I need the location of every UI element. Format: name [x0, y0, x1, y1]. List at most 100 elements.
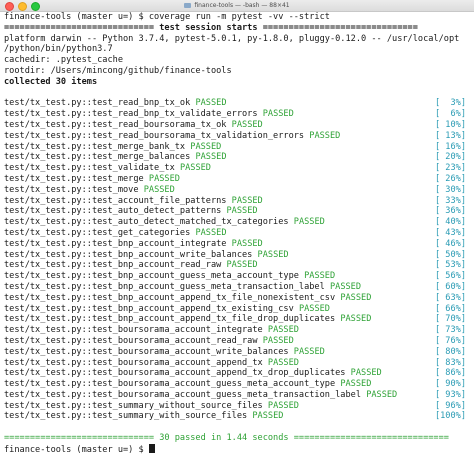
- test-progress: [ 30%]: [434, 184, 466, 195]
- test-progress: [ 60%]: [434, 281, 466, 292]
- test-progress: [ 10%]: [434, 119, 466, 130]
- title-bar[interactable]: finance-tools — -bash — 88×41: [0, 0, 474, 12]
- test-result-row: test/tx_test.py::test_bnp_account_write_…: [4, 250, 472, 261]
- test-status: PASSED: [340, 379, 372, 390]
- test-status: PASSED: [195, 98, 227, 109]
- test-progress: [ 3%]: [434, 98, 466, 109]
- test-progress: [ 73%]: [434, 325, 466, 336]
- test-status: PASSED: [350, 368, 382, 379]
- test-name: test/tx_test.py::test_bnp_account_append…: [4, 292, 336, 303]
- test-progress: [ 36%]: [434, 206, 466, 217]
- test-status: PASSED: [148, 173, 180, 184]
- test-name: test/tx_test.py::test_boursorama_account…: [4, 379, 336, 390]
- terminal-output[interactable]: finance-tools (master u=) $ coverage run…: [4, 12, 472, 461]
- test-name: test/tx_test.py::test_read_bnp_tx_ok: [4, 98, 191, 109]
- prompt: finance-tools (master u=) $: [4, 444, 149, 455]
- test-status: PASSED: [267, 400, 299, 411]
- test-progress: [ 70%]: [434, 314, 466, 325]
- test-status: PASSED: [262, 335, 294, 346]
- test-result-row: test/tx_test.py::test_boursorama_account…: [4, 347, 472, 358]
- test-status: PASSED: [329, 281, 362, 292]
- test-status: PASSED: [257, 249, 289, 260]
- test-name: test/tx_test.py::test_bnp_account_append…: [4, 314, 336, 325]
- test-status: PASSED: [267, 357, 299, 368]
- test-name: test/tx_test.py::test_boursorama_account…: [4, 357, 263, 368]
- test-name: test/tx_test.py::test_read_bnp_tx_valida…: [4, 109, 258, 120]
- test-result-row: test/tx_test.py::test_read_bnp_tx_ok PAS…: [4, 98, 472, 109]
- test-progress: [ 96%]: [434, 400, 466, 411]
- test-status: PASSED: [226, 206, 258, 217]
- test-name: test/tx_test.py::test_boursorama_account…: [4, 346, 289, 357]
- test-status: PASSED: [195, 152, 227, 163]
- test-status: PASSED: [340, 292, 372, 303]
- test-result-row: test/tx_test.py::test_move PASSED [ 30%]: [4, 185, 472, 196]
- test-result-row: test/tx_test.py::test_bnp_account_guess_…: [4, 271, 472, 282]
- test-progress: [ 80%]: [434, 346, 466, 357]
- test-name: test/tx_test.py::test_auto_detect_patter…: [4, 206, 222, 217]
- test-progress: [ 83%]: [434, 357, 466, 368]
- test-result-row: test/tx_test.py::test_auto_detect_matche…: [4, 217, 472, 228]
- test-progress: [ 33%]: [434, 195, 466, 206]
- test-result-row: test/tx_test.py::test_bnp_account_append…: [4, 314, 472, 325]
- test-status: PASSED: [252, 411, 284, 422]
- test-progress: [ 53%]: [434, 260, 466, 271]
- test-result-row: test/tx_test.py::test_bnp_account_read_r…: [4, 260, 472, 271]
- test-name: test/tx_test.py::test_auto_detect_matche…: [4, 217, 289, 228]
- test-name: test/tx_test.py::test_bnp_account_read_r…: [4, 260, 222, 271]
- test-result-row: test/tx_test.py::test_auto_detect_patter…: [4, 206, 472, 217]
- test-name: test/tx_test.py::test_read_boursorama_tx…: [4, 130, 305, 141]
- test-progress: [ 86%]: [434, 368, 466, 379]
- test-result-row: test/tx_test.py::test_boursorama_account…: [4, 390, 472, 401]
- test-name: test/tx_test.py::test_boursorama_account…: [4, 325, 263, 336]
- test-progress: [ 26%]: [434, 173, 466, 184]
- test-name: test/tx_test.py::test_merge_balances: [4, 152, 191, 163]
- test-progress: [ 76%]: [434, 335, 466, 346]
- test-result-row: test/tx_test.py::test_bnp_account_guess_…: [4, 282, 472, 293]
- test-status: PASSED: [190, 141, 222, 152]
- test-status: PASSED: [143, 184, 175, 195]
- test-name: test/tx_test.py::test_summary_without_so…: [4, 400, 263, 411]
- test-status: PASSED: [298, 303, 330, 314]
- test-progress: [ 40%]: [434, 217, 466, 228]
- test-result-row: test/tx_test.py::test_read_boursorama_tx…: [4, 131, 472, 142]
- test-status: PASSED: [226, 260, 258, 271]
- test-results-list: test/tx_test.py::test_read_bnp_tx_ok PAS…: [4, 98, 472, 422]
- platform-line-continued: /python/bin/python3.7: [4, 44, 113, 55]
- test-status: PASSED: [195, 227, 227, 238]
- test-progress: [ 6%]: [434, 109, 466, 120]
- prompt-line[interactable]: finance-tools (master u=) $: [4, 443, 472, 455]
- test-status: PASSED: [267, 325, 299, 336]
- test-result-row: test/tx_test.py::test_bnp_account_append…: [4, 293, 472, 304]
- test-result-row: test/tx_test.py::test_boursorama_account…: [4, 336, 472, 347]
- folder-icon: [184, 2, 192, 8]
- test-name: test/tx_test.py::test_bnp_account_guess_…: [4, 271, 299, 282]
- test-result-row: test/tx_test.py::test_bnp_account_integr…: [4, 239, 472, 250]
- test-name: test/tx_test.py::test_bnp_account_append…: [4, 303, 294, 314]
- rootdir-line: rootdir: /Users/mincong/github/finance-t…: [4, 65, 232, 76]
- test-name: test/tx_test.py::test_bnp_account_integr…: [4, 238, 227, 249]
- test-name: test/tx_test.py::test_boursorama_account…: [4, 389, 361, 400]
- test-name: test/tx_test.py::test_read_boursorama_tx…: [4, 119, 227, 130]
- test-progress: [ 56%]: [434, 271, 466, 282]
- test-progress: [100%]: [434, 411, 466, 422]
- test-status: PASSED: [231, 195, 263, 206]
- test-status: PASSED: [309, 130, 341, 141]
- test-name: test/tx_test.py::test_move: [4, 184, 139, 195]
- platform-line: platform darwin -- Python 3.7.4, pytest-…: [4, 33, 460, 44]
- test-name: test/tx_test.py::test_summary_with_sourc…: [4, 411, 248, 422]
- test-status: PASSED: [179, 163, 211, 174]
- test-status: PASSED: [293, 217, 325, 228]
- test-result-row: test/tx_test.py::test_boursorama_account…: [4, 368, 472, 379]
- test-progress: [ 66%]: [434, 303, 466, 314]
- test-result-row: test/tx_test.py::test_get_categories PAS…: [4, 228, 472, 239]
- test-progress: [ 63%]: [434, 292, 466, 303]
- test-name: test/tx_test.py::test_boursorama_account…: [4, 368, 346, 379]
- window-title: finance-tools — -bash — 88×41: [0, 0, 474, 11]
- test-result-row: test/tx_test.py::test_summary_with_sourc…: [4, 411, 472, 422]
- command-line: finance-tools (master u=) $ coverage run…: [4, 12, 330, 22]
- test-progress: [ 20%]: [434, 152, 466, 163]
- test-result-row: test/tx_test.py::test_merge PASSED [ 26%]: [4, 174, 472, 185]
- test-result-row: test/tx_test.py::test_bnp_account_append…: [4, 304, 472, 315]
- test-progress: [ 23%]: [434, 163, 466, 174]
